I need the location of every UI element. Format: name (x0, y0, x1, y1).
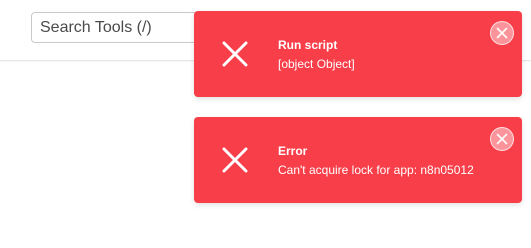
page: Run script [object Object] Error Can't a… (0, 0, 531, 248)
toast-title: Error (278, 144, 308, 158)
toast-message: Can't acquire lock for app: n8n05012 (278, 163, 474, 177)
notification-toast-run-script: Run script [object Object] (194, 11, 522, 97)
search-tools-input[interactable] (31, 12, 221, 43)
notification-toast-error: Error Can't acquire lock for app: n8n050… (194, 117, 522, 203)
toast-close-button[interactable] (490, 21, 514, 45)
x-icon (222, 147, 248, 173)
x-icon (222, 41, 248, 67)
toast-title: Run script (278, 38, 338, 52)
toast-message: [object Object] (278, 57, 355, 71)
close-icon (496, 27, 508, 39)
close-icon (496, 133, 508, 145)
toast-close-button[interactable] (490, 127, 514, 151)
